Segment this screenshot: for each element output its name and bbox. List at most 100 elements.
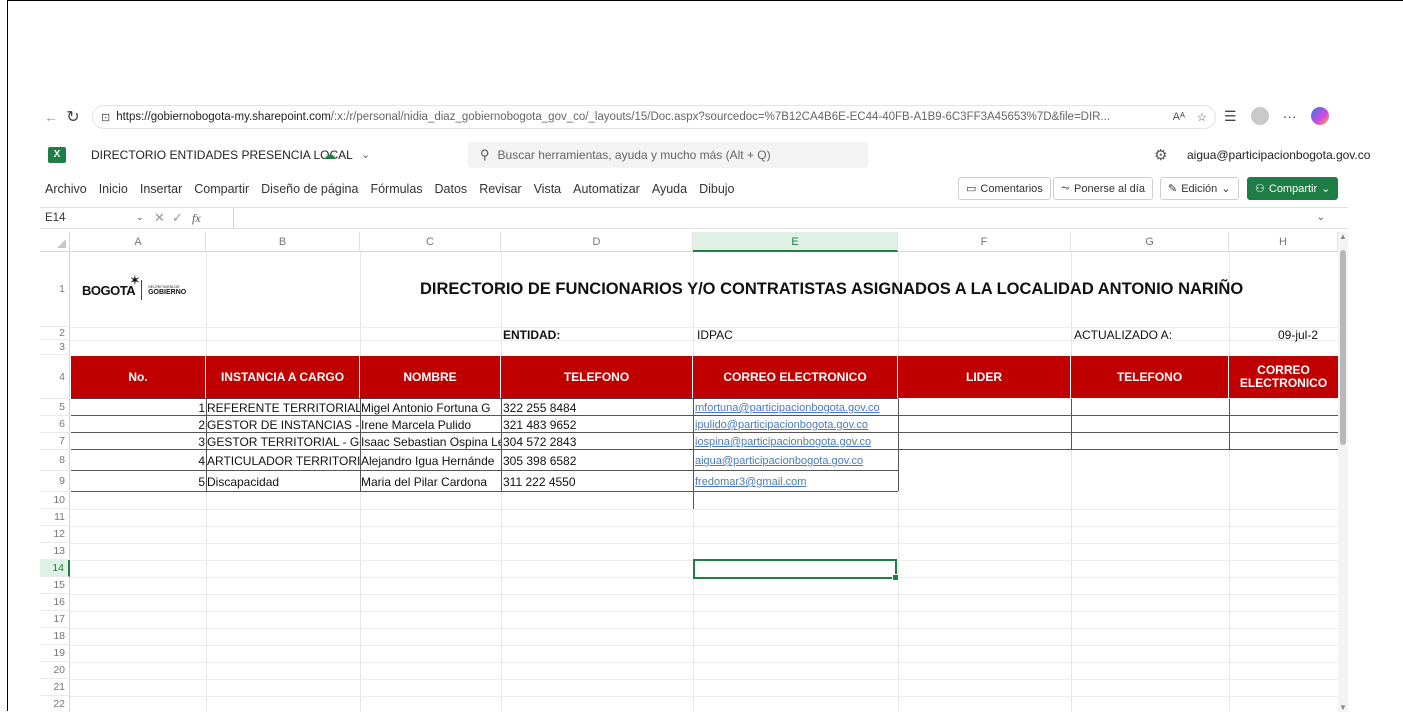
- table-border: [1229, 399, 1230, 450]
- cell-instancia[interactable]: Discapacidad: [207, 473, 360, 491]
- favorite-star-icon[interactable]: ☆: [1197, 110, 1207, 124]
- cancel-icon[interactable]: ✕: [154, 210, 165, 226]
- share-button[interactable]: ⚇ Compartir ⌄: [1247, 177, 1339, 200]
- star-icon: ✶: [129, 272, 141, 288]
- row-header-17[interactable]: 17: [40, 611, 70, 628]
- column-header-b[interactable]: B: [206, 232, 360, 252]
- cell-telefono[interactable]: 305 398 6582: [503, 452, 693, 470]
- row-header-7[interactable]: 7: [40, 433, 70, 450]
- row-header-21[interactable]: 21: [40, 679, 70, 696]
- search-input[interactable]: ⚲ Buscar herramientas, ayuda y mucho más…: [468, 142, 868, 168]
- tab-inicio[interactable]: Inicio: [99, 182, 128, 196]
- row-header-18[interactable]: 18: [40, 628, 70, 645]
- gridline: [70, 679, 1338, 680]
- row-header-3[interactable]: 3: [40, 340, 70, 355]
- formula-bar: E14 ⌄ ✕ ✓ fx ⌄: [40, 207, 1348, 229]
- catch-up-label: Ponerse al día: [1074, 182, 1145, 195]
- profile-avatar[interactable]: [1250, 107, 1269, 125]
- address-bar[interactable]: ⊡ https://gobiernobogota-my.sharepoint.c…: [92, 105, 1216, 129]
- row-header-13[interactable]: 13: [40, 543, 70, 560]
- row-header-10[interactable]: 10: [40, 492, 70, 509]
- table-border: [71, 491, 898, 492]
- cell-telefono[interactable]: 311 222 4550: [503, 473, 693, 491]
- tab-formulas[interactable]: Fórmulas: [370, 182, 422, 196]
- cell-instancia[interactable]: ARTICULADOR TERRITORIA: [207, 452, 360, 470]
- saved-status-icon[interactable]: ☁: [323, 147, 336, 163]
- row-header-12[interactable]: 12: [40, 526, 70, 543]
- function-icon[interactable]: fx: [192, 211, 201, 226]
- formula-input[interactable]: ⌄: [233, 208, 1333, 228]
- column-header-c[interactable]: C: [360, 232, 501, 252]
- tab-automatizar[interactable]: Automatizar: [573, 182, 640, 196]
- column-header-e[interactable]: E: [693, 232, 898, 252]
- refresh-icon[interactable]: ↻: [62, 107, 84, 127]
- row-header-14[interactable]: 14: [40, 560, 70, 577]
- column-header-f[interactable]: F: [898, 232, 1071, 252]
- account-name[interactable]: aigua@participacionbogota.gov.co: [1187, 148, 1370, 162]
- check-icon[interactable]: ✓: [172, 210, 183, 226]
- column-header-a[interactable]: A: [71, 232, 206, 252]
- tab-diseno-de-pagina[interactable]: Diseño de página: [261, 182, 358, 196]
- scroll-up-icon[interactable]: ▲: [1339, 232, 1347, 241]
- table-border: [71, 415, 1338, 416]
- gridline: [70, 509, 1338, 510]
- row-header-6[interactable]: 6: [40, 416, 70, 433]
- expand-formula-icon[interactable]: ⌄: [1317, 212, 1325, 223]
- column-header-h[interactable]: H: [1229, 232, 1338, 252]
- select-all-corner[interactable]: [40, 232, 70, 252]
- cell-correo[interactable]: fredomar3@gmail.com: [695, 473, 898, 491]
- cell-nombre[interactable]: Maria del Pilar Cardona: [361, 473, 501, 491]
- ribbon-menu: Archivo Inicio Insertar Compartir Diseño…: [40, 174, 1348, 204]
- row-header-2[interactable]: 2: [40, 327, 70, 340]
- row-header-4[interactable]: 4: [40, 355, 70, 399]
- name-box[interactable]: E14: [45, 212, 65, 224]
- read-aloud-icon[interactable]: Aᴬ: [1173, 111, 1185, 123]
- favorites-icon[interactable]: ☰: [1224, 108, 1237, 125]
- tab-dibujo[interactable]: Dibujo: [699, 182, 734, 196]
- row-header-15[interactable]: 15: [40, 577, 70, 594]
- tab-vista[interactable]: Vista: [534, 182, 562, 196]
- row-header-20[interactable]: 20: [40, 662, 70, 679]
- header-telefono-lider: TELEFONO: [1071, 356, 1229, 398]
- tab-compartir[interactable]: Compartir: [194, 182, 249, 196]
- site-info-icon[interactable]: ⊡: [101, 111, 110, 124]
- tab-archivo[interactable]: Archivo: [45, 182, 87, 196]
- row-header-1[interactable]: 1: [40, 252, 70, 327]
- column-header-d[interactable]: D: [501, 232, 693, 252]
- logo-gob: GOBIERNO: [148, 289, 187, 296]
- tab-ayuda[interactable]: Ayuda: [652, 182, 687, 196]
- row-header-22[interactable]: 22: [40, 696, 70, 712]
- row-header-11[interactable]: 11: [40, 509, 70, 526]
- spreadsheet-grid[interactable]: A B C D E F G H 1 2 3 4 5 6 7 8 9 10 11 …: [40, 232, 1338, 712]
- vertical-scrollbar[interactable]: ▲ ▼: [1338, 232, 1348, 712]
- excel-app-icon[interactable]: X: [48, 147, 66, 163]
- document-name[interactable]: DIRECTORIO ENTIDADES PRESENCIA LOCAL: [91, 148, 353, 162]
- row-header-9[interactable]: 9: [40, 471, 70, 492]
- more-icon[interactable]: ···: [1283, 108, 1297, 124]
- gear-icon[interactable]: ⚙: [1154, 146, 1167, 164]
- header-instancia: INSTANCIA A CARGO: [206, 356, 360, 398]
- cell-no[interactable]: 4: [71, 452, 206, 470]
- back-icon[interactable]: ←: [40, 109, 62, 125]
- tab-datos[interactable]: Datos: [435, 182, 468, 196]
- tab-revisar[interactable]: Revisar: [479, 182, 521, 196]
- cell-correo[interactable]: aigua@participacionbogota.gov.co: [695, 452, 898, 470]
- selected-cell-e14[interactable]: [693, 559, 899, 581]
- ribbon-tabs: Archivo Inicio Insertar Compartir Diseño…: [45, 182, 747, 196]
- catch-up-button[interactable]: ⏦ Ponerse al día: [1053, 177, 1153, 200]
- cell-nombre[interactable]: Alejandro Igua Hernánde: [361, 452, 501, 470]
- scrollbar-thumb[interactable]: [1340, 250, 1346, 445]
- comments-button[interactable]: ▭ Comentarios: [958, 177, 1051, 200]
- row-header-16[interactable]: 16: [40, 594, 70, 611]
- copilot-icon[interactable]: [1310, 107, 1329, 125]
- chevron-down-icon[interactable]: ⌄: [136, 212, 144, 223]
- editing-mode-button[interactable]: ✎ Edición ⌄: [1160, 177, 1239, 200]
- cell-no[interactable]: 5: [71, 473, 206, 491]
- column-header-g[interactable]: G: [1071, 232, 1229, 252]
- tab-insertar[interactable]: Insertar: [140, 182, 182, 196]
- row-header-8[interactable]: 8: [40, 450, 70, 471]
- chevron-down-icon[interactable]: ⌄: [361, 148, 370, 161]
- row-header-5[interactable]: 5: [40, 399, 70, 416]
- table-border: [360, 399, 361, 491]
- row-header-19[interactable]: 19: [40, 645, 70, 662]
